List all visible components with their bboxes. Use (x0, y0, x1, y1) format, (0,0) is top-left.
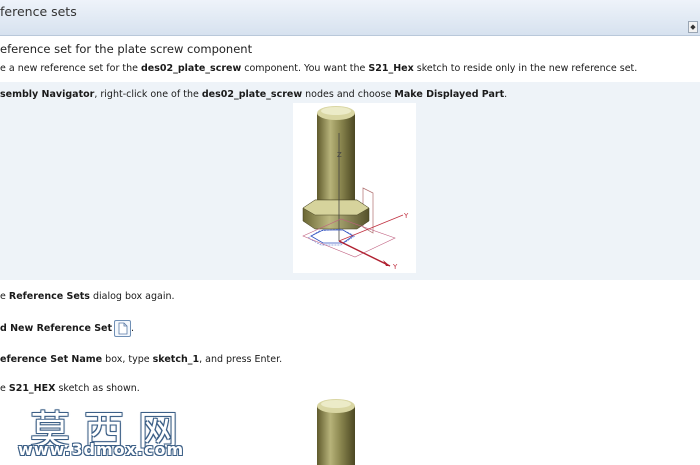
topic-intro: e a new reference set for the des02_plat… (0, 63, 637, 74)
intro-text: sketch to reside only in the new referen… (413, 63, 638, 74)
step-text: dialog box again. (89, 291, 175, 302)
sketch-name: S21_HEX (8, 383, 56, 394)
step-1: sembly Navigator, right-click one of the… (0, 89, 507, 100)
step-text: , and press Enter. (199, 354, 283, 365)
step-5: e S21_HEX sketch as shown. (0, 383, 140, 394)
intro-text: component. You want the (241, 63, 369, 74)
step-2: e Reference Sets dialog box again. (0, 291, 175, 302)
step-text: . (504, 89, 508, 100)
ui-term: Make Displayed Part (394, 89, 505, 100)
screw-model-image: Z Y Y (302, 106, 409, 271)
screw-figure-2 (300, 398, 410, 465)
sketch-name: S21_Hex (368, 63, 414, 74)
step-text: e (0, 383, 9, 394)
intro-text: e a new reference set for the (0, 63, 141, 74)
screw-figure-1: Z Y Y (293, 103, 416, 273)
topic-header: ference sets ◆ (0, 0, 700, 36)
topic-title: eference set for the plate screw compone… (0, 42, 253, 56)
ui-term: d New Reference Set (0, 323, 113, 334)
ui-term: sembly Navigator (0, 89, 95, 100)
header-title: ference sets (0, 4, 77, 19)
step-text: box, type (102, 354, 153, 365)
component-name: des02_plate_screw (201, 89, 303, 100)
component-name: des02_plate_screw (140, 63, 242, 74)
watermark-logo: 莫西网 www.3dmox.com (18, 398, 208, 465)
step-text: nodes and choose (302, 89, 395, 100)
y-axis-label: Y (403, 212, 409, 220)
step-text: e (0, 291, 9, 302)
step-text: sketch as shown. (55, 383, 140, 394)
reference-set-name: sketch_1 (152, 354, 200, 365)
step-3: d New Reference Set. (0, 320, 134, 337)
step-4: eference Set Name box, type sketch_1, an… (0, 354, 282, 365)
ui-term: eference Set Name (0, 354, 103, 365)
new-reference-set-icon (114, 320, 132, 337)
screw-model-image-2 (317, 399, 355, 465)
collapse-button[interactable]: ◆ (688, 21, 698, 33)
ui-term: Reference Sets (8, 291, 90, 302)
watermark-url: www.3dmox.com (18, 440, 185, 459)
z-axis-label: Z (337, 151, 342, 159)
step-text: , right-click one of the (94, 89, 202, 100)
y-axis-label-2: Y (392, 263, 398, 271)
step-text: . (131, 323, 135, 334)
